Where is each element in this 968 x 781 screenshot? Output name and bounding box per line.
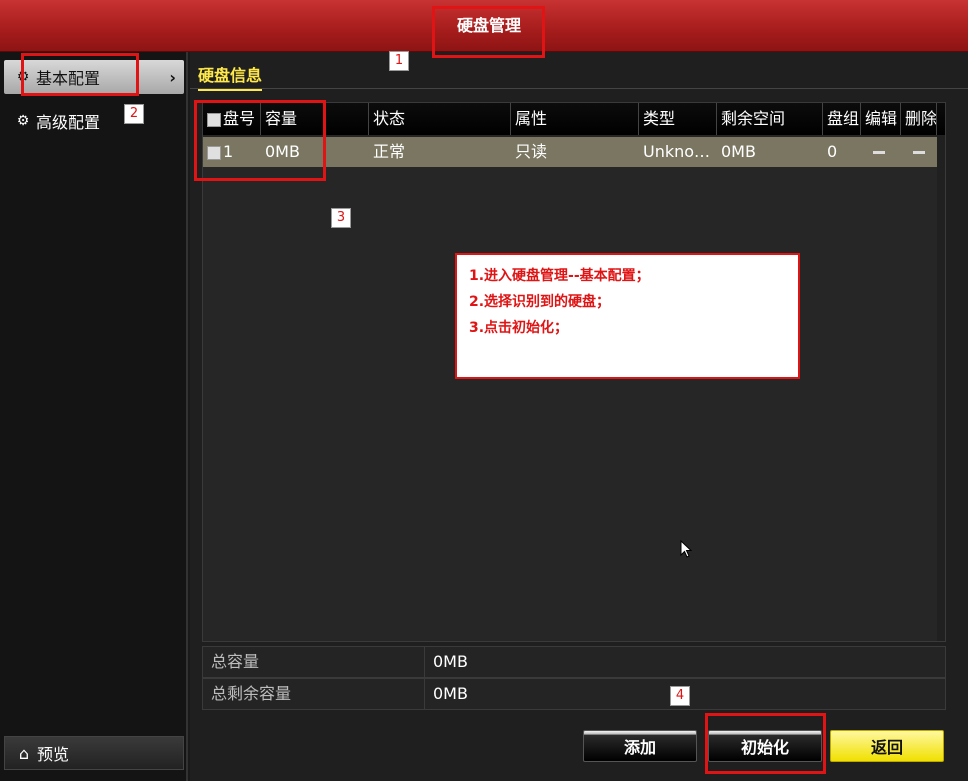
- header-free-space: 剩余空间: [717, 103, 823, 135]
- main-panel: 硬盘信息 盘号 容量 状态 属性 类型 剩余空间 盘组 编辑 删除 1 0MB …: [190, 52, 968, 781]
- header-capacity: 容量: [261, 103, 369, 135]
- header-type: 类型: [639, 103, 717, 135]
- annotation-badge-1: 1: [389, 51, 409, 71]
- table-header: 盘号 容量 状态 属性 类型 剩余空间 盘组 编辑 删除: [203, 103, 945, 135]
- window-title: 硬盘管理: [456, 16, 521, 35]
- initialize-button[interactable]: 初始化: [708, 730, 822, 762]
- tab-disk-info[interactable]: 硬盘信息: [198, 62, 263, 91]
- gear-icon: ⚙: [16, 113, 30, 129]
- mouse-cursor-icon: [680, 540, 692, 558]
- cell-status: 正常: [373, 142, 406, 161]
- summary-label: 总剩余容量: [203, 679, 425, 709]
- instruction-note: 1.进入硬盘管理--基本配置； 2.选择识别到的硬盘； 3.点击初始化；: [455, 253, 800, 379]
- sidebar-item-label: 高级配置: [36, 113, 101, 132]
- edit-button[interactable]: [861, 137, 901, 167]
- sidebar-item-basic-config[interactable]: ⚙ 基本配置 ›: [4, 60, 184, 94]
- cell-attribute: 只读: [515, 142, 548, 161]
- header-group: 盘组: [823, 103, 861, 135]
- summary-total-free: 总剩余容量 0MB: [202, 678, 946, 710]
- delete-icon: [913, 151, 925, 154]
- chevron-right-icon: ›: [169, 67, 176, 87]
- cell-capacity: 0MB: [265, 142, 300, 161]
- header-attribute: 属性: [511, 103, 639, 135]
- title-bar: 硬盘管理: [0, 0, 968, 52]
- preview-button[interactable]: ⌂ 预览: [4, 736, 184, 770]
- table-scrollbar[interactable]: [937, 135, 945, 641]
- sidebar: ⚙ 基本配置 › ⚙ 高级配置 ⌂ 预览: [0, 52, 188, 781]
- summary-label: 总容量: [203, 647, 425, 677]
- summary-value: 0MB: [433, 652, 468, 671]
- cell-type: Unknow...: [643, 142, 717, 161]
- header-delete: 删除: [901, 103, 937, 135]
- header-status: 状态: [369, 103, 511, 135]
- note-line-1: 1.进入硬盘管理--基本配置；: [469, 268, 650, 284]
- annotation-badge-3: 3: [331, 208, 351, 228]
- annotation-badge-2: 2: [124, 104, 144, 124]
- header-disk-no: 盘号: [203, 103, 261, 135]
- sidebar-item-label: 基本配置: [36, 69, 101, 88]
- add-button[interactable]: 添加: [583, 730, 697, 762]
- edit-icon: [873, 151, 885, 154]
- annotation-badge-4: 4: [670, 686, 690, 706]
- summary-total-capacity: 总容量 0MB: [202, 646, 946, 678]
- cell-free-space: 0MB: [721, 142, 756, 161]
- sidebar-item-advanced-config[interactable]: ⚙ 高级配置: [4, 104, 184, 138]
- preview-label: 预览: [37, 745, 70, 764]
- note-line-2: 2.选择识别到的硬盘；: [469, 294, 611, 310]
- section-divider: [190, 88, 968, 89]
- cell-disk-no: 1: [203, 137, 261, 167]
- home-icon: ⌂: [18, 743, 30, 763]
- select-all-checkbox[interactable]: [207, 112, 221, 127]
- delete-button[interactable]: [901, 137, 937, 167]
- gear-icon: ⚙: [16, 69, 30, 85]
- header-edit: 编辑: [861, 103, 901, 135]
- table-row[interactable]: 1 0MB 正常 只读 Unknow... 0MB 0: [203, 137, 945, 167]
- cell-group: 0: [827, 142, 838, 161]
- back-button[interactable]: 返回: [830, 730, 944, 762]
- row-checkbox[interactable]: [207, 145, 221, 160]
- note-line-3: 3.点击初始化；: [469, 320, 569, 336]
- summary-value: 0MB: [433, 684, 468, 703]
